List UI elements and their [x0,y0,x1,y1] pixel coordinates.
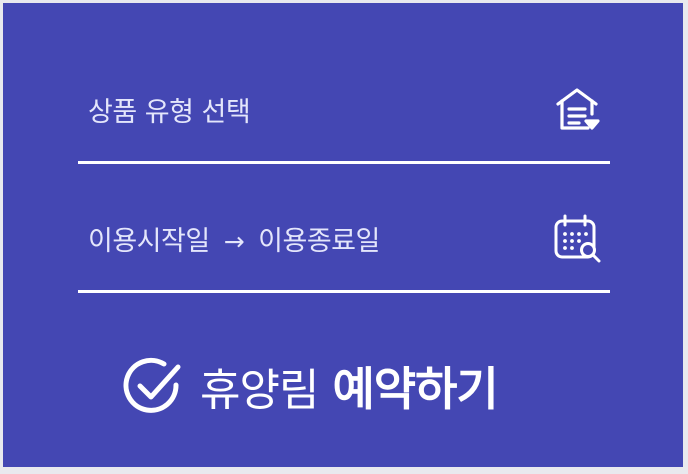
divider [78,290,610,293]
date-range-label: 이용시작일 → 이용종료일 [78,219,380,258]
end-date-label: 이용종료일 [258,225,380,257]
reserve-action: 예약하기 [332,362,498,416]
divider [78,161,610,164]
start-date-label: 이용시작일 [88,225,210,257]
house-list-icon [550,82,604,136]
reserve-button[interactable]: 휴양림 예약하기 [118,346,499,426]
date-range-selector[interactable]: 이용시작일 → 이용종료일 [78,206,610,270]
check-circle-icon [118,351,188,421]
product-type-selector[interactable]: 상품 유형 선택 [78,77,610,141]
product-type-label: 상품 유형 선택 [88,96,251,128]
arrow-icon: → [223,226,245,256]
reserve-prefix: 휴양림 [200,365,319,416]
calendar-search-icon [550,211,604,265]
reservation-panel: 상품 유형 선택 이용시작일 → 이용종료일 휴양림 예약하기 [3,3,683,467]
